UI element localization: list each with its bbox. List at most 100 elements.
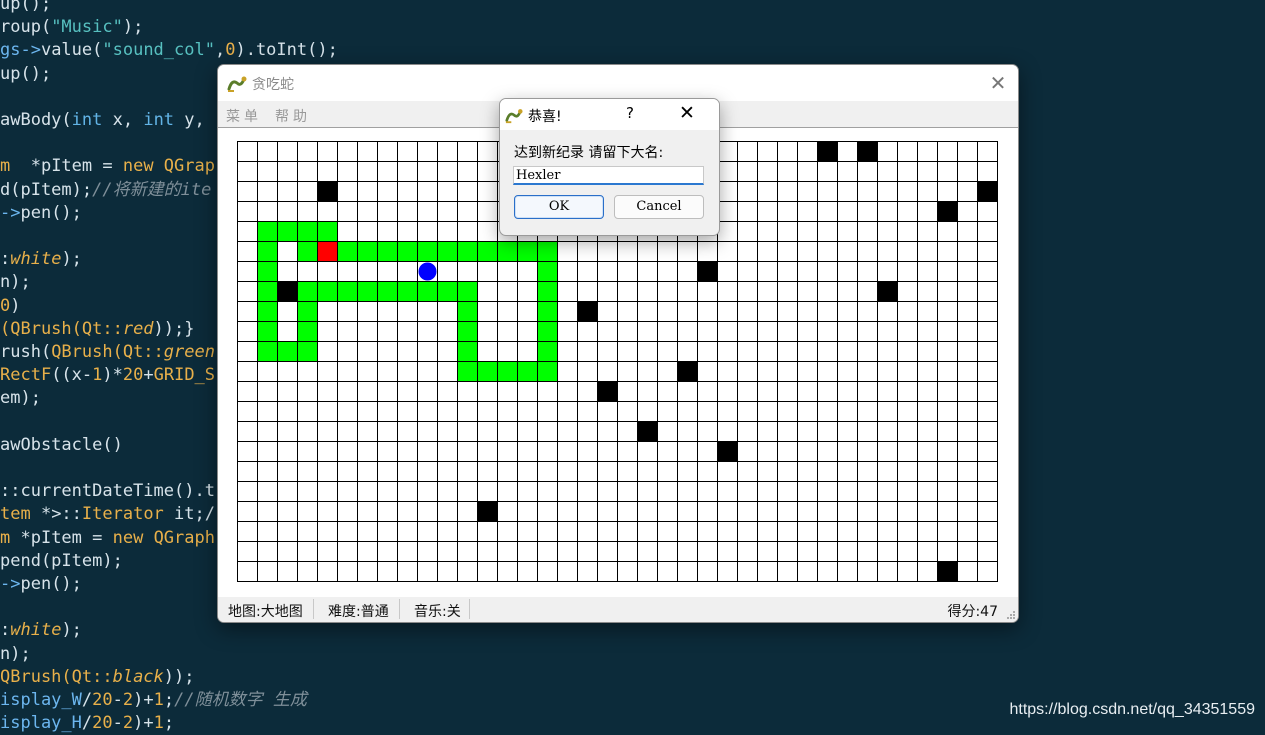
status-divider xyxy=(399,599,400,619)
snake-segment xyxy=(277,221,298,242)
snake-segment xyxy=(517,361,538,382)
code-line: m *pItem = new QGraph xyxy=(0,527,215,550)
code-token: 0 xyxy=(225,40,236,61)
obstacle-block xyxy=(697,261,718,282)
snake-segment xyxy=(337,241,358,262)
code-token: n); xyxy=(0,643,31,664)
code-token: *pItem = xyxy=(10,527,113,548)
snake-segment xyxy=(537,261,558,282)
menu-item-menu[interactable]: 菜单 xyxy=(226,106,262,126)
snake-segment xyxy=(257,341,278,362)
obstacle-block xyxy=(717,441,738,462)
dialog-title-bar[interactable]: 恭喜! ? ✕ xyxy=(500,99,719,130)
snake-segment xyxy=(337,281,358,302)
dialog-help-button[interactable]: ? xyxy=(626,104,634,122)
code-token: : xyxy=(0,620,11,641)
snake-segment xyxy=(477,241,498,262)
code-token: - xyxy=(112,690,123,710)
code-token: RectF xyxy=(0,365,52,386)
snake-segment xyxy=(517,241,538,262)
cancel-button[interactable]: Cancel xyxy=(614,195,704,219)
dialog-close-button[interactable]: ✕ xyxy=(679,102,695,124)
code-token: white xyxy=(10,249,62,270)
code-token: 2 xyxy=(122,713,134,734)
code-token: black xyxy=(112,666,164,687)
code-token: / xyxy=(81,713,93,734)
obstacle-block xyxy=(637,421,658,442)
obstacle-block xyxy=(317,181,338,202)
player-name-input[interactable] xyxy=(513,166,704,185)
code-token: Iterator xyxy=(81,504,164,525)
code-line: d(pItem);//将新建的ite xyxy=(0,179,211,202)
status-divider xyxy=(313,599,314,619)
window-title: 贪吃蛇 xyxy=(252,77,294,93)
code-line: tem *>::Iterator it;/ xyxy=(0,503,215,526)
snake-segment xyxy=(377,281,398,302)
obstacle-block xyxy=(977,181,998,202)
code-token: d(pItem); xyxy=(0,179,93,200)
snake-segment xyxy=(457,341,478,362)
snake-segment xyxy=(497,241,518,262)
ok-button[interactable]: OK xyxy=(514,195,604,219)
code-token: up(); xyxy=(0,63,52,84)
snake-app-icon xyxy=(505,109,523,124)
window-title-bar[interactable]: 贪吃蛇 ✕ xyxy=(218,65,1018,101)
snake-segment xyxy=(257,301,278,322)
code-token: (QBrush(Qt:: xyxy=(0,318,123,339)
new-record-dialog: 恭喜! ? ✕ 达到新纪录 请留下大名: OK Cancel xyxy=(499,98,720,236)
code-token: m xyxy=(0,156,11,177)
code-token: GRID_S xyxy=(153,365,216,386)
code-token: / xyxy=(81,690,93,710)
code-token: - xyxy=(112,713,123,734)
obstacle-block xyxy=(937,561,958,582)
code-token: 2 xyxy=(122,690,134,710)
code-token: x, xyxy=(102,110,144,130)
code-token: )+ xyxy=(133,713,154,734)
code-token: 20 xyxy=(92,713,113,734)
code-token: int xyxy=(143,110,175,130)
dialog-title: 恭喜! xyxy=(528,109,562,125)
status-divider xyxy=(469,599,470,619)
code-token: -> xyxy=(0,202,21,223)
snake-segment xyxy=(397,281,418,302)
code-token: awObstacle() xyxy=(0,434,123,455)
code-token: "sound_col" xyxy=(102,40,215,61)
code-line: :white); xyxy=(0,619,82,642)
code-token: pend(pItem); xyxy=(0,550,123,571)
status-bar: 地图:大地图 难度:普通 音乐:关 得分:47 xyxy=(218,597,1018,622)
obstacle-block xyxy=(277,281,298,302)
code-line: 0) xyxy=(0,295,21,318)
code-line: isplay_W/20-2)+1;//随机数字 生成 xyxy=(0,689,307,712)
code-token: ));} xyxy=(153,318,195,339)
resize-grip-icon[interactable] xyxy=(1006,610,1016,620)
code-token: green xyxy=(163,342,215,362)
snake-segment xyxy=(297,301,318,322)
code-token: *pItem = xyxy=(10,156,123,177)
code-token: ); xyxy=(61,249,82,270)
watermark: https://blog.csdn.net/qq_34351559 xyxy=(1009,701,1255,718)
code-token: )); xyxy=(163,666,195,687)
snake-segment xyxy=(477,361,498,382)
code-token: , xyxy=(214,40,226,61)
obstacle-block xyxy=(597,381,618,402)
code-line: up(); xyxy=(0,0,51,16)
code-line: ->pen(); xyxy=(0,573,82,596)
food-dot xyxy=(418,262,437,281)
snake-segment xyxy=(457,241,478,262)
snake-segment xyxy=(297,341,318,362)
code-token: roup( xyxy=(0,17,52,38)
code-line: pend(pItem); xyxy=(0,550,123,573)
window-close-button[interactable]: ✕ xyxy=(986,71,1010,95)
snake-segment xyxy=(257,281,278,302)
code-token: : xyxy=(0,249,11,270)
code-token: QBrush(Qt:: xyxy=(51,342,164,362)
code-line: em); xyxy=(0,387,41,410)
obstacle-block xyxy=(937,201,958,222)
code-token: *>:: xyxy=(30,504,82,525)
menu-item-help[interactable]: 帮助 xyxy=(275,106,311,126)
code-token: QGrap xyxy=(153,156,215,177)
code-token: ::currentDateTime().t xyxy=(0,481,215,502)
obstacle-block xyxy=(577,301,598,322)
status-map: 地图:大地图 xyxy=(228,604,303,620)
snake-segment xyxy=(437,281,458,302)
